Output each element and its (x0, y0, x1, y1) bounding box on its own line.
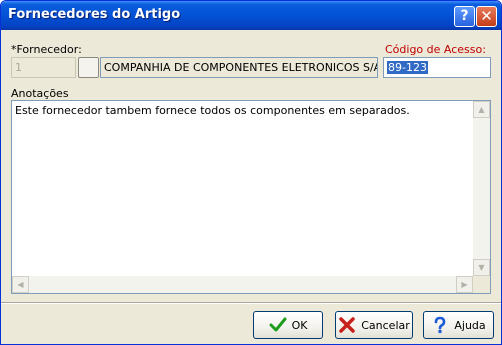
scroll-left-icon[interactable]: ◀ (12, 276, 29, 293)
supplier-label: *Fornecedor: (11, 43, 82, 56)
supplier-name-field: COMPANHIA DE COMPONENTES ELETRONICOS S/A (100, 57, 378, 78)
close-icon: ✕ (480, 7, 493, 25)
help-button[interactable]: Ajuda (423, 311, 494, 339)
scroll-down-icon[interactable]: ▼ (473, 259, 490, 276)
access-code-label: Código de Acesso: (385, 43, 486, 56)
ok-button[interactable]: OK (253, 311, 323, 339)
supplier-code-field: 1 (11, 57, 76, 78)
dialog-window: Fornecedores do Artigo ? ✕ *Fornecedor: … (0, 0, 502, 345)
cancel-button[interactable]: Cancelar (335, 311, 413, 339)
cancel-label: Cancelar (361, 318, 410, 332)
help-title-button[interactable]: ? (454, 6, 475, 27)
scrollbar-corner (473, 276, 490, 293)
close-button[interactable]: ✕ (476, 6, 497, 27)
scroll-right-icon[interactable]: ▶ (456, 276, 473, 293)
title-bar[interactable]: Fornecedores do Artigo ? ✕ (1, 1, 501, 30)
vertical-scrollbar[interactable]: ▲ ▼ (473, 101, 490, 276)
question-icon: ? (460, 8, 469, 24)
ok-label: OK (291, 318, 308, 332)
notes-textarea[interactable]: Este fornecedor tambem fornece todos os … (11, 100, 491, 294)
horizontal-scrollbar[interactable]: ◀ ▶ (12, 276, 473, 293)
footer-separator (1, 302, 501, 304)
notes-text: Este fornecedor tambem fornece todos os … (15, 104, 410, 117)
window-title: Fornecedores do Artigo (8, 7, 181, 22)
question-icon (435, 316, 446, 334)
check-icon (269, 317, 287, 332)
access-code-value: 89-123 (387, 61, 428, 74)
notes-label: Anotações (11, 87, 69, 100)
scroll-up-icon[interactable]: ▲ (473, 101, 490, 118)
help-label: Ajuda (454, 318, 486, 332)
access-code-input[interactable]: 89-123 (383, 57, 491, 78)
supplier-lookup-button[interactable] (78, 57, 99, 78)
x-icon (339, 317, 355, 333)
